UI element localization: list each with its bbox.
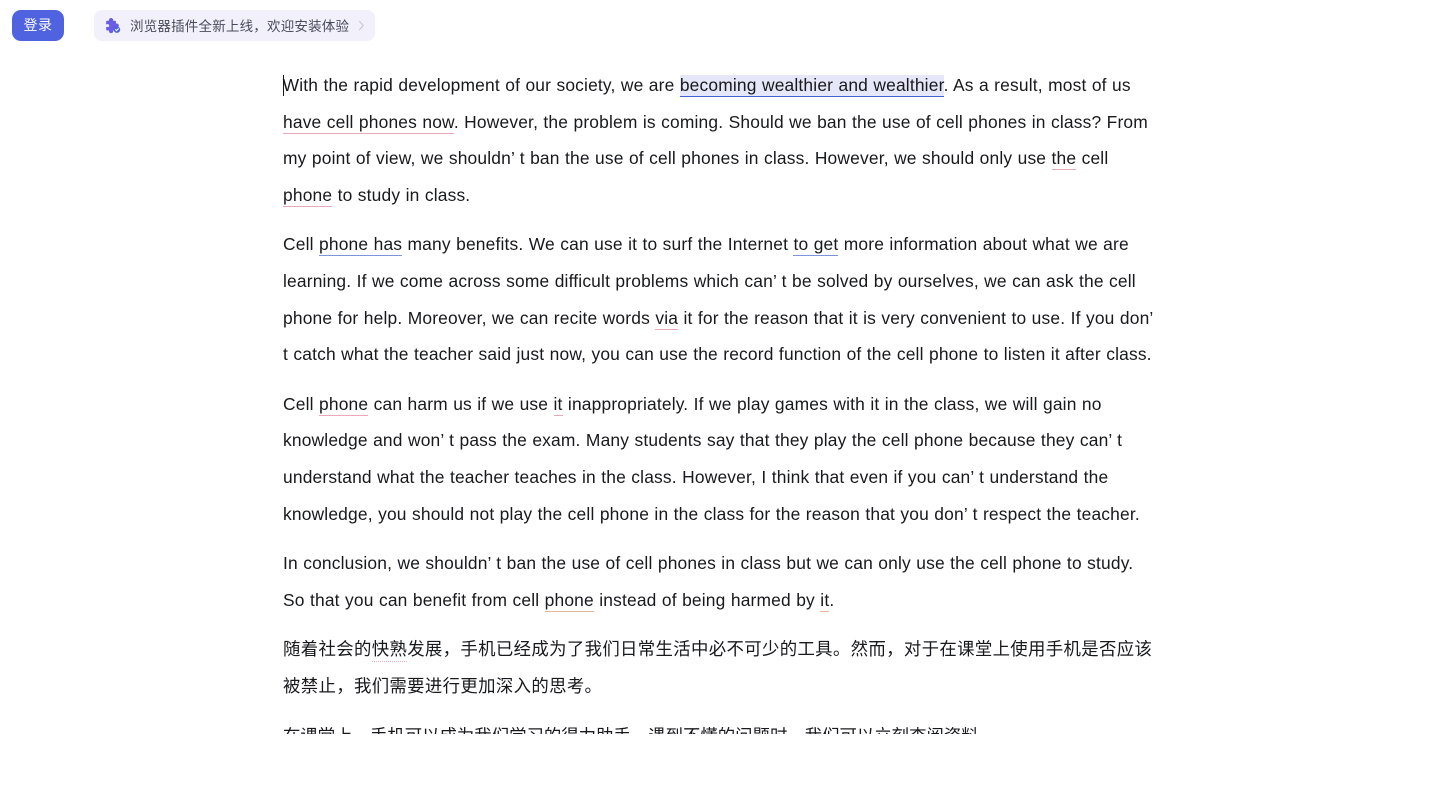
login-button[interactable]: 登录 bbox=[12, 9, 64, 41]
typo-underline[interactable]: 快熟 bbox=[371, 639, 408, 663]
puzzle-piece-icon bbox=[106, 17, 121, 33]
paragraph-p3[interactable]: Cell phone can harm us if we use it inap… bbox=[283, 386, 1159, 532]
text-caret bbox=[283, 75, 284, 96]
grammar-error-underline[interactable]: via bbox=[655, 307, 679, 330]
text-run: Cell bbox=[283, 234, 320, 255]
paragraph-p5[interactable]: 随着社会的快熟发展，手机已经成为了我们日常生活中必不可少的工具。然而，对于在课堂… bbox=[283, 631, 1159, 704]
document-scroll-area[interactable]: With the rapid development of our societ… bbox=[0, 50, 1436, 808]
text-run: Cell bbox=[283, 393, 320, 414]
chevron-right-icon bbox=[359, 20, 365, 30]
text-run: to study in class. bbox=[332, 184, 471, 205]
text-run: . bbox=[829, 589, 835, 610]
paragraph-p1[interactable]: With the rapid development of our societ… bbox=[283, 67, 1159, 213]
paragraph-p2[interactable]: Cell phone has many benefits. We can use… bbox=[283, 226, 1159, 372]
promo-banner-text: 浏览器插件全新上线，欢迎安装体验 bbox=[130, 19, 350, 34]
text-run: cell bbox=[1076, 148, 1109, 169]
text-run: 随着社会的 bbox=[283, 639, 372, 660]
suggestion-highlight[interactable]: becoming wealthier and wealthier bbox=[679, 75, 944, 97]
clipped-bottom-line: 在课堂上，手机可以成为我们学习的得力助手。遇到不懂的问题时，我们可以立刻查阅资料… bbox=[283, 718, 1159, 734]
text-run: can harm us if we use bbox=[368, 393, 554, 414]
grammar-error-underline[interactable]: it bbox=[553, 393, 563, 416]
grammar-error-underline[interactable]: have cell phones now bbox=[283, 111, 454, 134]
text-run: 发展，手机已经成为了我们日常生活中必不可少的工具。然而，对于在课堂上使用手机是否… bbox=[283, 639, 1153, 696]
word-choice-underline[interactable]: it bbox=[820, 589, 830, 612]
top-bar: 登录 浏览器插件全新上线，欢迎安装体验 bbox=[0, 0, 1436, 50]
text-run: . As a result, most of us bbox=[943, 75, 1131, 95]
suggestion-underline[interactable]: to get bbox=[793, 234, 839, 257]
document-body[interactable]: With the rapid development of our societ… bbox=[283, 50, 1159, 734]
text-run: With the rapid development of our societ… bbox=[282, 75, 680, 95]
text-run: instead of being harmed by bbox=[593, 589, 821, 610]
suggestion-underline[interactable]: phone has bbox=[319, 234, 403, 257]
paragraph-p4[interactable]: In conclusion, we shouldn’ t ban the use… bbox=[283, 545, 1159, 618]
grammar-error-underline[interactable]: phone bbox=[319, 393, 369, 416]
text-run: many benefits. We can use it to surf the… bbox=[402, 234, 794, 255]
grammar-error-underline[interactable]: the bbox=[1051, 148, 1077, 171]
word-choice-underline[interactable]: phone bbox=[544, 589, 594, 612]
promo-banner[interactable]: 浏览器插件全新上线，欢迎安装体验 bbox=[94, 9, 376, 41]
grammar-error-underline[interactable]: phone bbox=[283, 184, 333, 207]
